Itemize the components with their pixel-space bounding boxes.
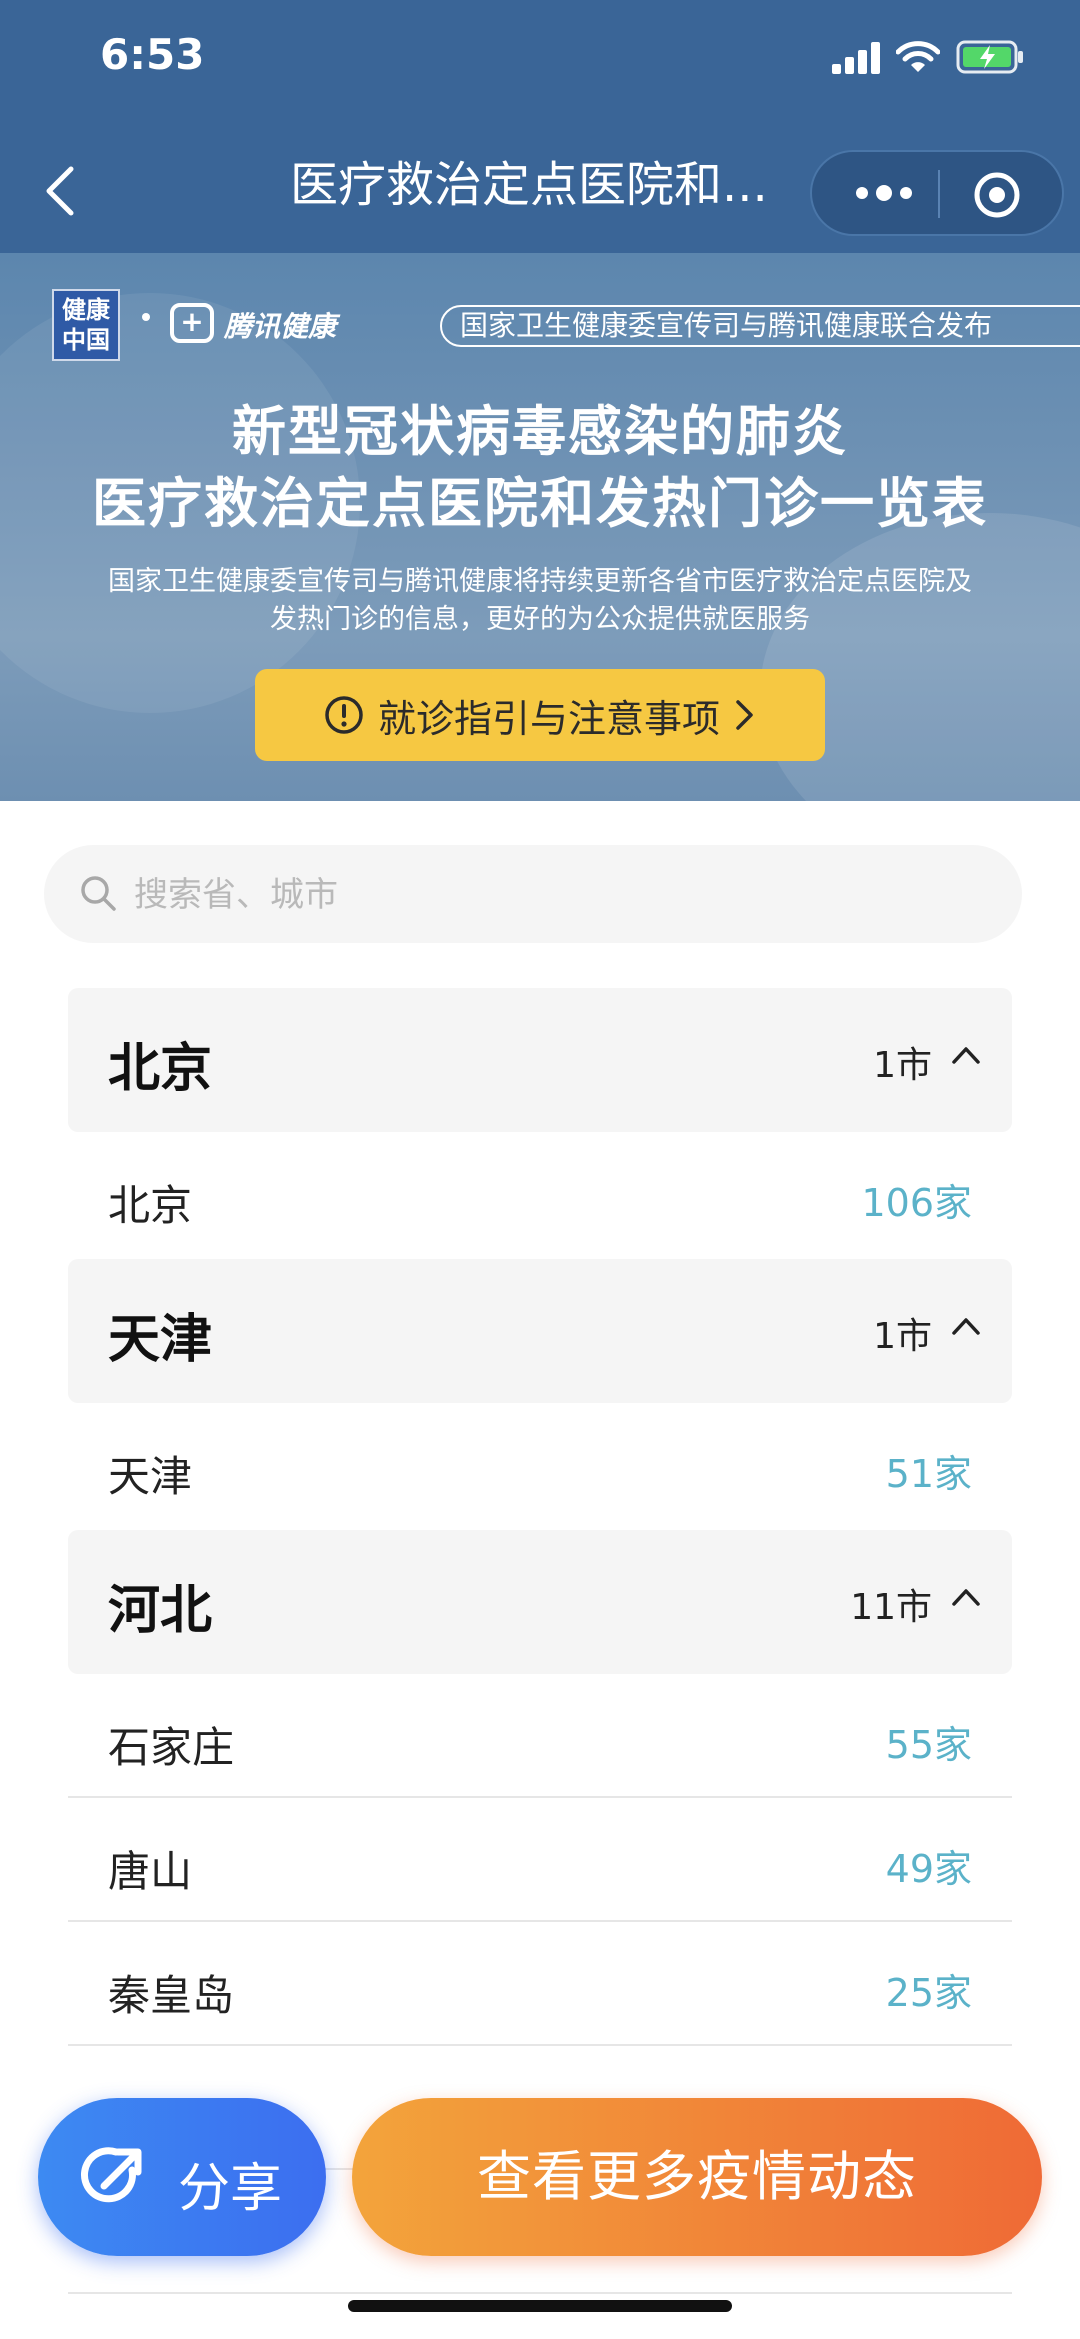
city-row[interactable]: 北京 106家 <box>68 1132 1012 1256</box>
signal-icon <box>832 42 880 74</box>
province-city-count: 1市 <box>873 1045 932 1086</box>
province-city-count: 11市 <box>850 1587 932 1628</box>
share-icon <box>81 2147 142 2203</box>
city-row[interactable]: 天津 51家 <box>68 1403 1012 1527</box>
search-bar <box>44 845 1022 943</box>
search-input[interactable] <box>132 865 936 925</box>
province-header-beijing[interactable]: 北京 1市 <box>68 988 1012 1132</box>
logo-text: 中国 <box>62 326 110 354</box>
city-row[interactable]: 石家庄 55家 <box>68 1674 1012 1798</box>
home-indicator <box>348 2300 732 2312</box>
province-name: 河北 <box>108 1581 213 1641</box>
close-miniapp-icon[interactable] <box>972 170 1022 220</box>
city-name: 唐山 <box>108 1847 193 1896</box>
search-icon <box>81 876 116 911</box>
info-alert-icon <box>325 696 363 734</box>
hospital-count: 49家 <box>885 1847 972 1891</box>
city-name: 北京 <box>108 1181 193 1230</box>
status-time: 6:53 <box>100 30 205 79</box>
banner-description: 发热门诊的信息，更好的为公众提供就医服务 <box>270 604 810 635</box>
brand-name: 腾讯健康 <box>224 310 337 343</box>
wifi-icon <box>896 41 940 72</box>
jiankang-zhongguo-logo: 健康 中国 <box>52 289 120 361</box>
province-name: 天津 <box>108 1310 213 1370</box>
chevron-up-icon <box>952 1589 980 1606</box>
share-button-label: 分享 <box>178 2159 283 2219</box>
hospital-count: 25家 <box>885 1971 972 2015</box>
row-divider <box>68 2292 1012 2294</box>
dot-icon <box>876 185 892 201</box>
miniapp-capsule <box>810 150 1064 236</box>
tencent-health-logo-icon: + <box>170 303 214 343</box>
city-name: 天津 <box>108 1452 193 1501</box>
city-row[interactable]: 秦皇岛 25家 <box>68 1922 1012 2046</box>
province-city-count: 1市 <box>873 1316 932 1357</box>
chevron-up-icon <box>952 1318 980 1335</box>
chevron-right-icon <box>736 700 753 730</box>
top-header: 6:53 医疗救治定点医院和... <box>0 0 1080 253</box>
chevron-up-icon <box>952 1047 980 1064</box>
page-title: 医疗救治定点医院和... <box>290 157 768 213</box>
city-name: 石家庄 <box>108 1723 235 1772</box>
city-name: 秦皇岛 <box>108 1971 235 2020</box>
back-button[interactable] <box>34 158 86 224</box>
hospital-count: 51家 <box>885 1452 972 1496</box>
publisher-badge: 国家卫生健康委宣传司与腾讯健康联合发布 <box>440 305 1080 347</box>
headline: 新型冠状病毒感染的肺炎 <box>232 400 848 463</box>
share-button[interactable]: 分享 <box>38 2098 326 2256</box>
hospital-count: 55家 <box>885 1723 972 1767</box>
banner-description: 国家卫生健康委宣传司与腾讯健康将持续更新各省市医疗救治定点医院及 <box>108 566 972 597</box>
battery-charging-icon <box>956 40 1023 74</box>
logo-text: 健康 <box>62 296 110 324</box>
hospital-count: 106家 <box>861 1181 972 1225</box>
chevron-left-icon <box>46 166 74 216</box>
capsule-divider <box>938 170 940 218</box>
hero-banner: 健康 中国 + 腾讯健康 国家卫生健康委宣传司与腾讯健康联合发布 新型冠状病毒感… <box>0 253 1080 801</box>
separator-dot <box>142 313 150 321</box>
headline: 医疗救治定点医院和发热门诊一览表 <box>92 472 988 535</box>
guide-button-label: 就诊指引与注意事项 <box>377 696 720 741</box>
more-updates-button[interactable]: 查看更多疫情动态 <box>352 2098 1042 2256</box>
city-row[interactable]: 唐山 49家 <box>68 1798 1012 1922</box>
guide-button[interactable]: 就诊指引与注意事项 <box>255 669 825 761</box>
province-header-tianjin[interactable]: 天津 1市 <box>68 1259 1012 1403</box>
dot-icon <box>856 187 868 199</box>
dot-icon <box>900 187 912 199</box>
more-options-button[interactable] <box>844 176 924 210</box>
province-header-hebei[interactable]: 河北 11市 <box>68 1530 1012 1674</box>
province-name: 北京 <box>108 1039 213 1099</box>
